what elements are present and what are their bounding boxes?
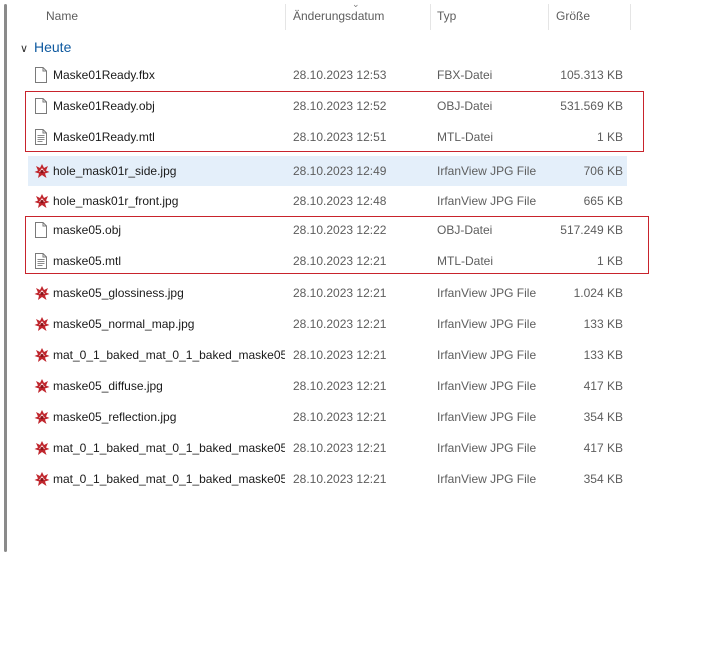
- file-size: 133 KB: [583, 348, 623, 362]
- file-date: 28.10.2023 12:49: [293, 164, 387, 178]
- file-type: IrfanView JPG File: [437, 410, 537, 424]
- file-type: IrfanView JPG File: [437, 317, 537, 331]
- blank-file-icon: [34, 67, 48, 83]
- file-name: mat_0_1_baked_mat_0_1_baked_maske05...: [53, 348, 285, 362]
- irfanview-icon: [34, 193, 50, 209]
- file-name: maske05_normal_map.jpg: [53, 317, 195, 331]
- file-type: IrfanView JPG File: [437, 194, 537, 208]
- file-row[interactable]: Maske01Ready.fbx 28.10.2023 12:53 FBX-Date…: [28, 60, 627, 90]
- file-size: 417 KB: [583, 441, 623, 455]
- file-type: IrfanView JPG File: [437, 348, 537, 362]
- highlight-box-maske01: [25, 91, 644, 152]
- file-row[interactable]: hole_mask01r_side.jpg 28.10.2023 12:49 Irf…: [28, 156, 627, 186]
- file-row[interactable]: maske05_reflection.jpg 28.10.2023 12:21 Ir…: [28, 402, 627, 432]
- file-size: 665 KB: [583, 194, 623, 208]
- file-name: maske05_glossiness.jpg: [53, 286, 184, 300]
- file-size: 354 KB: [583, 472, 623, 486]
- file-size: 1.024 KB: [573, 286, 623, 300]
- column-header-date[interactable]: Änderungsdatum: [293, 0, 384, 32]
- vertical-scrollbar[interactable]: [0, 0, 10, 665]
- file-row[interactable]: maske05_glossiness.jpg 28.10.2023 12:21 Ir…: [28, 278, 627, 308]
- file-date: 28.10.2023 12:21: [293, 286, 387, 300]
- file-row[interactable]: mat_0_1_baked_mat_0_1_baked_maske05... 28…: [28, 464, 627, 494]
- column-divider[interactable]: [630, 4, 631, 30]
- file-type: FBX-Datei: [437, 68, 493, 82]
- highlight-box-maske05: [25, 216, 649, 274]
- file-date: 28.10.2023 12:21: [293, 472, 387, 486]
- group-header-today[interactable]: ∨ Heute: [20, 37, 71, 57]
- file-size: 706 KB: [583, 164, 623, 178]
- file-row[interactable]: mat_0_1_baked_mat_0_1_baked_maske05... 28…: [28, 433, 627, 463]
- file-size: 105.313 KB: [560, 68, 623, 82]
- file-date: 28.10.2023 12:21: [293, 317, 387, 331]
- file-size: 417 KB: [583, 379, 623, 393]
- file-name: mat_0_1_baked_mat_0_1_baked_maske05...: [53, 441, 285, 455]
- file-size: 133 KB: [583, 317, 623, 331]
- file-name: hole_mask01r_front.jpg: [53, 194, 179, 208]
- column-divider[interactable]: [430, 4, 431, 30]
- file-type: IrfanView JPG File: [437, 286, 537, 300]
- file-date: 28.10.2023 12:21: [293, 379, 387, 393]
- file-name: hole_mask01r_side.jpg: [53, 164, 177, 178]
- file-row[interactable]: maske05_diffuse.jpg 28.10.2023 12:21 Irfan…: [28, 371, 627, 401]
- column-header-type[interactable]: Typ: [437, 0, 456, 32]
- file-date: 28.10.2023 12:21: [293, 348, 387, 362]
- column-divider[interactable]: [285, 4, 286, 30]
- file-name: maske05_diffuse.jpg: [53, 379, 163, 393]
- irfanview-icon: [34, 471, 50, 487]
- file-type: IrfanView JPG File: [437, 472, 537, 486]
- irfanview-icon: [34, 347, 50, 363]
- file-row[interactable]: mat_0_1_baked_mat_0_1_baked_maske05... 28…: [28, 340, 627, 370]
- irfanview-icon: [34, 378, 50, 394]
- irfanview-icon: [34, 163, 50, 179]
- file-date: 28.10.2023 12:21: [293, 410, 387, 424]
- file-name: mat_0_1_baked_mat_0_1_baked_maske05...: [53, 472, 285, 486]
- file-name: Maske01Ready.fbx: [53, 68, 155, 82]
- irfanview-icon: [34, 316, 50, 332]
- column-header-row: Name ⌄ Änderungsdatum Typ Größe: [0, 0, 701, 32]
- file-type: IrfanView JPG File: [437, 164, 537, 178]
- file-name: maske05_reflection.jpg: [53, 410, 177, 424]
- scrollbar-thumb[interactable]: [4, 4, 7, 552]
- irfanview-icon: [34, 409, 50, 425]
- chevron-down-icon[interactable]: ∨: [20, 39, 34, 59]
- column-header-name[interactable]: Name: [46, 0, 78, 32]
- column-divider[interactable]: [548, 4, 549, 30]
- irfanview-icon: [34, 285, 50, 301]
- file-size: 354 KB: [583, 410, 623, 424]
- file-type: IrfanView JPG File: [437, 441, 537, 455]
- file-row[interactable]: maske05_normal_map.jpg 28.10.2023 12:21 Ir…: [28, 309, 627, 339]
- file-row[interactable]: hole_mask01r_front.jpg 28.10.2023 12:48 Ir…: [28, 186, 627, 216]
- file-date: 28.10.2023 12:48: [293, 194, 387, 208]
- file-date: 28.10.2023 12:53: [293, 68, 387, 82]
- file-date: 28.10.2023 12:21: [293, 441, 387, 455]
- file-type: IrfanView JPG File: [437, 379, 537, 393]
- group-label: Heute: [34, 39, 72, 55]
- irfanview-icon: [34, 440, 50, 456]
- column-header-size[interactable]: Größe: [556, 0, 590, 32]
